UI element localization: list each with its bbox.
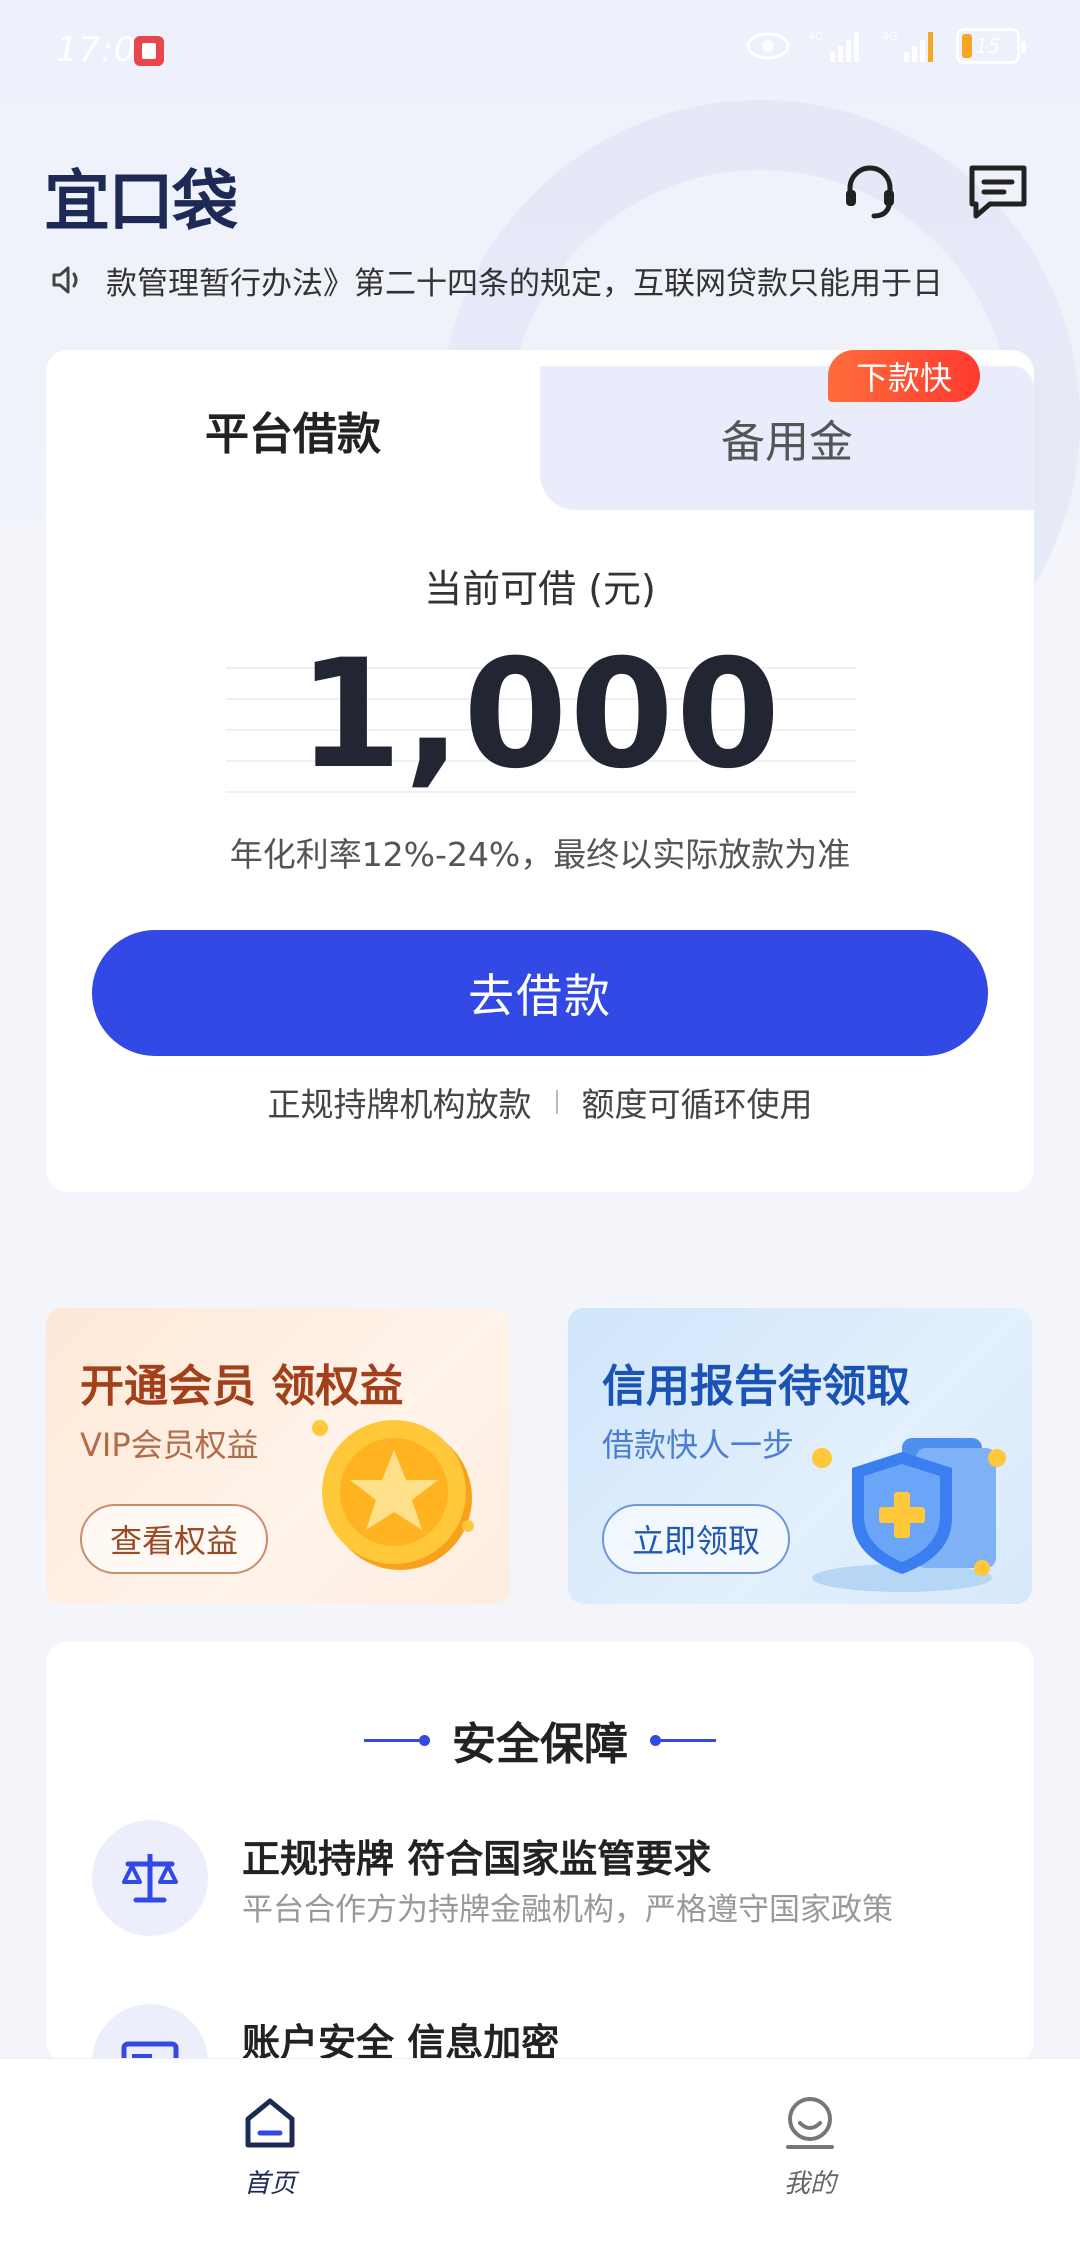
tab-reserve-fund-label: 备用金 bbox=[721, 417, 853, 468]
status-indicators: 4G 4G 15 bbox=[746, 28, 1026, 64]
interest-rate-note: 年化利率12%-24%，最终以实际放款为准 bbox=[229, 835, 851, 874]
nav-mine-label: 我的 bbox=[783, 2169, 836, 2199]
view-benefits-button[interactable]: 查看权益 bbox=[80, 1504, 269, 1574]
available-amount: 1,000 bbox=[297, 628, 783, 802]
signal-4g-icon: 4G bbox=[808, 28, 864, 64]
credit-promo-title: 信用报告待领取 bbox=[602, 1361, 910, 1412]
credit-promo-subtitle: 借款快人一步 bbox=[602, 1426, 795, 1464]
tab-platform-loan[interactable]: 平台借款 bbox=[46, 350, 540, 510]
fast-disbursement-badge: 下款快 bbox=[828, 350, 981, 402]
security-item-desc: 平台合作方为持牌金融机构，严格遵守国家政策 bbox=[242, 1892, 893, 1928]
title-decoration-right bbox=[650, 1734, 716, 1746]
star-coin-icon bbox=[312, 1420, 474, 1570]
vip-promo-card[interactable]: 开通会员 领权益 VIP会员权益 查看权益 bbox=[46, 1308, 510, 1604]
customer-service-icon[interactable] bbox=[838, 160, 902, 224]
security-item-encryption: 账户安全 信息加密 bbox=[92, 2004, 992, 2062]
svg-text:4G: 4G bbox=[882, 30, 898, 43]
notice-marquee[interactable]: 款管理暂行办法》第二十四条的规定，互联网贷款只能用于日 bbox=[50, 258, 1040, 302]
notice-text: 款管理暂行办法》第二十四条的规定，互联网贷款只能用于日 bbox=[106, 265, 943, 302]
loan-card: 备用金 平台借款 下款快 当前可借 (元) 1,000 年化利率12%-24%，… bbox=[46, 350, 1034, 1192]
message-icon[interactable] bbox=[966, 160, 1030, 224]
nav-mine[interactable]: 我的 bbox=[730, 2095, 890, 2200]
balance-scale-icon bbox=[92, 1820, 208, 1936]
feature-divider bbox=[555, 1090, 558, 1114]
eye-icon bbox=[746, 31, 790, 61]
security-item-title: 账户安全 信息加密 bbox=[242, 2021, 560, 2062]
claim-now-button[interactable]: 立即领取 bbox=[602, 1504, 791, 1574]
feature-revolving: 额度可循环使用 bbox=[581, 1085, 813, 1124]
borrow-button[interactable]: 去借款 bbox=[92, 930, 988, 1056]
speaker-icon bbox=[50, 262, 86, 298]
security-item-title: 正规持牌 符合国家监管要求 bbox=[242, 1837, 712, 1881]
signal-4g-icon-2: 4G bbox=[882, 28, 938, 64]
title-decoration-left bbox=[364, 1734, 430, 1746]
tab-platform-loan-label: 平台借款 bbox=[205, 409, 381, 460]
home-icon bbox=[245, 2098, 295, 2148]
security-item-licensed: 正规持牌 符合国家监管要求 平台合作方为持牌金融机构，严格遵守国家政策 bbox=[92, 1820, 992, 1940]
id-card-icon bbox=[92, 2004, 208, 2062]
feature-licensed: 正规持牌机构放款 bbox=[267, 1085, 532, 1124]
credit-report-promo-card[interactable]: 信用报告待领取 借款快人一步 立即领取 bbox=[568, 1308, 1032, 1604]
status-bar: 17:05 4G 4G 15 bbox=[0, 0, 1080, 100]
loan-features: 正规持牌机构放款 额度可循环使用 bbox=[46, 1078, 1034, 1126]
nav-home[interactable]: 首页 bbox=[190, 2095, 350, 2200]
security-section: 安全保障 正规持牌 符合国家监管要求 平台合作方为持牌金融机构，严格遵守国家政策… bbox=[46, 1642, 1034, 2062]
vip-promo-subtitle: VIP会员权益 bbox=[80, 1426, 259, 1464]
battery-icon: 15 bbox=[956, 28, 1026, 64]
security-title: 安全保障 bbox=[452, 1719, 628, 1770]
app-logo: 宜口袋 bbox=[44, 163, 238, 240]
profile-icon bbox=[786, 2097, 834, 2149]
notification-app-icon bbox=[134, 36, 164, 66]
available-amount-label: 当前可借 (元) bbox=[424, 567, 656, 611]
nav-home-label: 首页 bbox=[243, 2169, 296, 2199]
shield-document-icon bbox=[812, 1438, 1006, 1592]
svg-text:4G: 4G bbox=[808, 30, 824, 43]
bottom-navigation: 首页 我的 bbox=[0, 2058, 1080, 2244]
battery-level: 15 bbox=[975, 34, 1001, 58]
security-title-row: 安全保障 bbox=[46, 1708, 1034, 1772]
vip-promo-title: 开通会员 领权益 bbox=[80, 1361, 404, 1412]
